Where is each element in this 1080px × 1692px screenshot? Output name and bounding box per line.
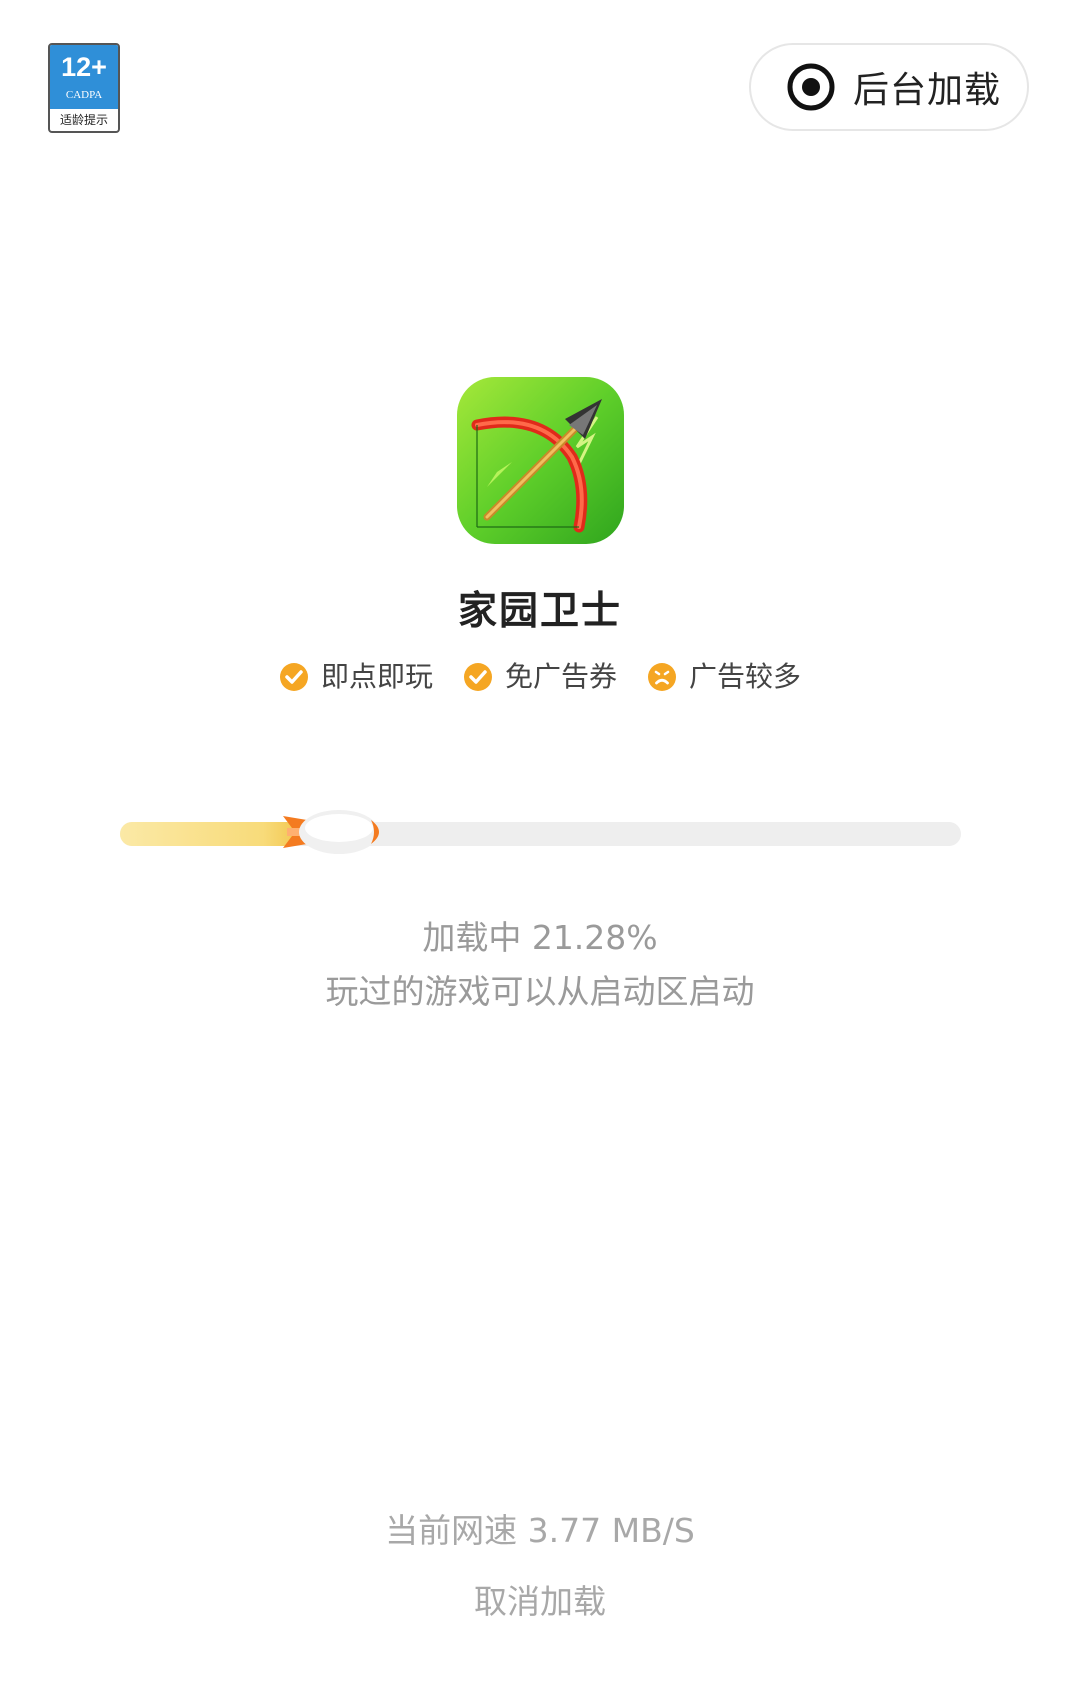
tag-label: 广告较多 <box>689 660 802 693</box>
age-rating-org: CADPA <box>65 89 103 101</box>
loading-status-text: 加载中 21.28% <box>422 918 658 957</box>
loading-hint-text: 玩过的游戏可以从启动区启动 <box>325 972 755 1011</box>
tag-instant-play: 即点即玩 <box>279 655 433 699</box>
rocket-icon <box>282 810 379 854</box>
tag-ad-free-coupon: 免广告券 <box>463 655 617 699</box>
background-load-label: 后台加载 <box>853 70 1002 111</box>
tag-label: 免广告券 <box>504 660 617 693</box>
network-speed-text: 当前网速 3.77 MB/S <box>385 1511 695 1550</box>
radio-target-icon <box>787 63 835 111</box>
age-rating-number: 12+ <box>61 52 107 82</box>
loading-progress <box>0 770 1080 900</box>
game-title: 家园卫士 <box>457 589 622 634</box>
cancel-loading-button[interactable]: 取消加载 <box>440 1572 640 1632</box>
age-rating-badge: 12+ CADPA 适龄提示 <box>48 43 120 133</box>
check-circle-icon <box>463 663 492 691</box>
age-rating-label: 适龄提示 <box>59 113 108 127</box>
game-tags: 即点即玩 免广告券 广告较多 <box>0 655 1080 699</box>
progress-track <box>120 810 961 854</box>
sad-face-icon <box>648 663 676 691</box>
tag-many-ads: 广告较多 <box>647 655 801 699</box>
tag-label: 即点即玩 <box>320 660 433 693</box>
age-rating-top: 12+ CADPA <box>50 45 118 109</box>
check-circle-icon <box>279 663 308 691</box>
bow-arrow-game-icon[interactable] <box>457 377 624 544</box>
background-load-button[interactable]: 后台加载 <box>749 43 1029 131</box>
